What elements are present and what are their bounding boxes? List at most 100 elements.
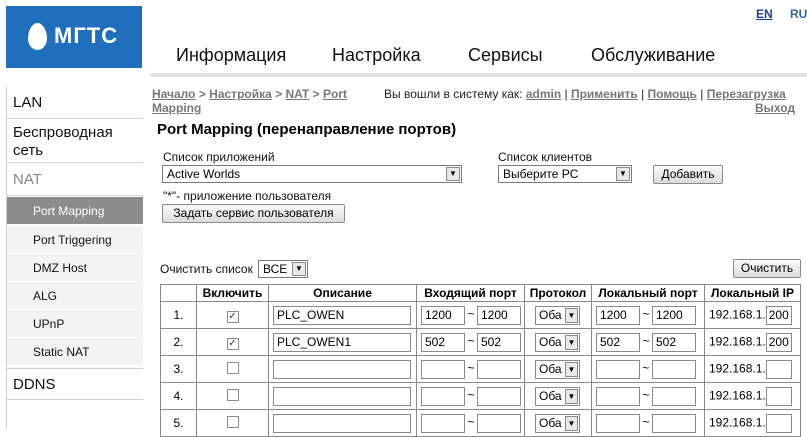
range-separator: ~ <box>467 307 475 322</box>
description-input[interactable]: PLC_OWEN <box>273 305 411 325</box>
incoming-port-to-input[interactable]: 502 <box>477 332 521 352</box>
nav-info[interactable]: Информация <box>176 45 286 66</box>
local-ip-cell: 192.168.1. <box>704 409 801 437</box>
protocol-select[interactable]: Оба ▼ <box>535 359 580 379</box>
local-ip-last-octet-input[interactable] <box>765 413 792 433</box>
col-header-num <box>160 284 197 302</box>
dropdown-arrow-icon: ▼ <box>565 388 578 404</box>
sidebar-item-lan[interactable]: LAN <box>7 86 143 119</box>
protocol-cell: Оба ▼ <box>524 409 592 437</box>
incoming-port-to-input[interactable] <box>477 359 521 379</box>
lang-en-link[interactable]: EN <box>756 7 773 21</box>
local-port-cell: ~ <box>591 355 705 383</box>
clients-select[interactable]: Выберите PC ▼ <box>498 165 632 183</box>
enable-checkbox[interactable] <box>226 388 239 401</box>
sidebar-item-upnp[interactable]: UPnP <box>7 310 143 338</box>
enable-cell: ✓ <box>196 301 269 329</box>
dropdown-arrow-icon: ▼ <box>446 167 460 181</box>
page-title: Port Mapping (перенаправление портов) <box>157 121 457 138</box>
protocol-select[interactable]: Оба ▼ <box>535 305 580 325</box>
local-port-to-input[interactable] <box>652 386 696 406</box>
nav-settings[interactable]: Настройка <box>332 45 421 66</box>
enable-checkbox[interactable]: ✓ <box>226 337 239 350</box>
description-cell <box>268 355 417 383</box>
reboot-link[interactable]: Перезагрузка <box>707 87 786 101</box>
incoming-port-cell: 1200 ~1200 <box>416 301 525 329</box>
description-input[interactable] <box>273 413 411 433</box>
range-separator: ~ <box>467 334 475 349</box>
local-port-to-input[interactable] <box>652 359 696 379</box>
clients-selected: Выберите PC <box>503 167 579 181</box>
enable-cell <box>196 409 269 437</box>
table-row: 3. ~ Оба ▼ ~192.168.1. <box>160 355 801 383</box>
clients-label: Список клиентов <box>498 150 593 164</box>
local-ip-last-octet-input[interactable]: 200 <box>765 305 792 325</box>
sidebar: LAN Беспроводная сеть NAT Port Mapping P… <box>6 86 143 429</box>
local-ip-last-octet-input[interactable]: 200 <box>765 332 792 352</box>
local-ip-last-octet-input[interactable] <box>765 359 792 379</box>
row-number: 1. <box>160 301 197 329</box>
sidebar-item-ddns[interactable]: DDNS <box>7 368 143 400</box>
local-port-from-input[interactable] <box>596 386 640 406</box>
description-input[interactable]: PLC_OWEN1 <box>273 332 411 352</box>
local-ip-prefix: 192.168.1. <box>709 334 766 349</box>
user-service-button[interactable]: Задать сервис пользователя <box>162 204 345 223</box>
local-port-from-input[interactable]: 1200 <box>596 305 640 325</box>
local-ip-last-octet-input[interactable] <box>765 386 792 406</box>
enable-checkbox[interactable] <box>226 361 239 374</box>
sidebar-item-dmz-host[interactable]: DMZ Host <box>7 254 143 282</box>
incoming-port-from-input[interactable]: 1200 <box>421 305 465 325</box>
description-input[interactable] <box>273 386 411 406</box>
enable-checkbox[interactable] <box>226 415 239 428</box>
protocol-select[interactable]: Оба ▼ <box>535 386 580 406</box>
local-port-to-input[interactable]: 502 <box>652 332 696 352</box>
sidebar-item-alg[interactable]: ALG <box>7 282 143 310</box>
sidebar-item-port-mapping[interactable]: Port Mapping <box>7 197 143 225</box>
apply-link[interactable]: Применить <box>571 87 638 101</box>
lang-ru-link[interactable]: RU <box>790 7 807 21</box>
sidebar-item-nat[interactable]: NAT <box>7 164 143 196</box>
enable-checkbox[interactable]: ✓ <box>226 310 239 323</box>
description-cell: PLC_OWEN1 <box>268 328 417 356</box>
incoming-port-from-input[interactable] <box>421 413 465 433</box>
row-number: 3. <box>160 355 197 383</box>
local-port-to-input[interactable]: 1200 <box>652 305 696 325</box>
clear-select[interactable]: ВСЕ ▼ <box>258 260 308 278</box>
sidebar-item-port-triggering[interactable]: Port Triggering <box>7 226 143 254</box>
local-ip-prefix: 192.168.1. <box>709 388 766 403</box>
incoming-port-to-input[interactable] <box>477 386 521 406</box>
help-link[interactable]: Помощь <box>648 87 697 101</box>
breadcrumb-nat[interactable]: NAT <box>285 87 309 101</box>
incoming-port-to-input[interactable]: 1200 <box>477 305 521 325</box>
protocol-select[interactable]: Оба ▼ <box>535 332 580 352</box>
incoming-port-from-input[interactable] <box>421 386 465 406</box>
nav-maintenance[interactable]: Обслуживание <box>591 45 715 66</box>
local-port-from-input[interactable] <box>596 359 640 379</box>
local-port-from-input[interactable] <box>596 413 640 433</box>
incoming-port-from-input[interactable] <box>421 359 465 379</box>
apps-note: "*"- приложение пользователя <box>163 189 332 203</box>
apps-select[interactable]: Active Worlds ▼ <box>162 165 462 183</box>
row-number: 4. <box>160 382 197 410</box>
description-input[interactable] <box>273 359 411 379</box>
breadcrumb-home[interactable]: Начало <box>152 87 195 101</box>
protocol-select[interactable]: Оба ▼ <box>535 413 580 433</box>
nav-services[interactable]: Сервисы <box>468 45 543 66</box>
description-cell <box>268 409 417 437</box>
sidebar-item-static-nat[interactable]: Static NAT <box>7 338 143 366</box>
range-separator: ~ <box>467 415 475 430</box>
login-user-link[interactable]: admin <box>526 87 561 101</box>
sidebar-item-wireless[interactable]: Беспроводная сеть <box>7 120 143 163</box>
dropdown-arrow-icon: ▼ <box>565 334 578 350</box>
range-separator: ~ <box>642 388 650 403</box>
add-button[interactable]: Добавить <box>653 165 723 184</box>
clear-button[interactable]: Очистить <box>733 259 801 278</box>
incoming-port-to-input[interactable] <box>477 413 521 433</box>
incoming-port-from-input[interactable]: 502 <box>421 332 465 352</box>
local-port-to-input[interactable] <box>652 413 696 433</box>
port-mapping-table: Включить Описание Входящий порт Протокол… <box>160 284 801 437</box>
logout-link[interactable]: Выход <box>755 101 795 115</box>
breadcrumb-settings[interactable]: Настройка <box>209 87 272 101</box>
local-port-from-input[interactable]: 502 <box>596 332 640 352</box>
local-ip-prefix: 192.168.1. <box>709 361 766 376</box>
